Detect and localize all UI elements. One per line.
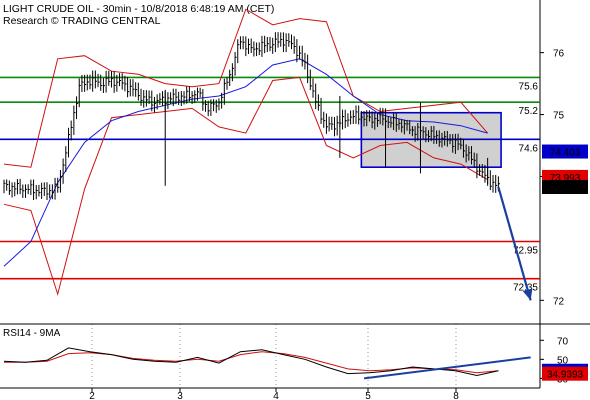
time-tick-label: 8 bbox=[453, 391, 459, 400]
rsi-title: RSI14 - 9MA bbox=[3, 328, 61, 339]
time-tick-label: 4 bbox=[273, 391, 279, 400]
level-label-75.2: 75.2 bbox=[519, 106, 539, 117]
time-tick-label: 3 bbox=[177, 391, 183, 400]
chart-stage: LIGHT CRUDE OIL - 30min - 10/8/2018 6:48… bbox=[0, 0, 590, 400]
chart-title: LIGHT CRUDE OIL - 30min - 10/8/2018 6:48… bbox=[3, 3, 274, 15]
price-badge-0-text: 74.403 bbox=[550, 148, 581, 159]
price-tick-label: 76 bbox=[553, 49, 565, 60]
time-tick-label: 2 bbox=[89, 391, 95, 400]
rsi-tick-label: 70 bbox=[557, 336, 569, 347]
price-badge-2-text: 73.83 bbox=[552, 183, 577, 194]
chart-svg: LIGHT CRUDE OIL - 30min - 10/8/2018 6:48… bbox=[0, 0, 590, 400]
price-tick-label: 75 bbox=[553, 111, 565, 122]
chart-research: Research © TRADING CENTRAL bbox=[3, 15, 161, 27]
time-tick-label: 5 bbox=[365, 391, 371, 400]
level-label-74.6: 74.6 bbox=[519, 143, 539, 154]
price-tick-label: 72 bbox=[553, 296, 565, 307]
rsi-badge-1-text: 34.9393 bbox=[547, 370, 584, 381]
level-label-75.6: 75.6 bbox=[519, 81, 539, 92]
